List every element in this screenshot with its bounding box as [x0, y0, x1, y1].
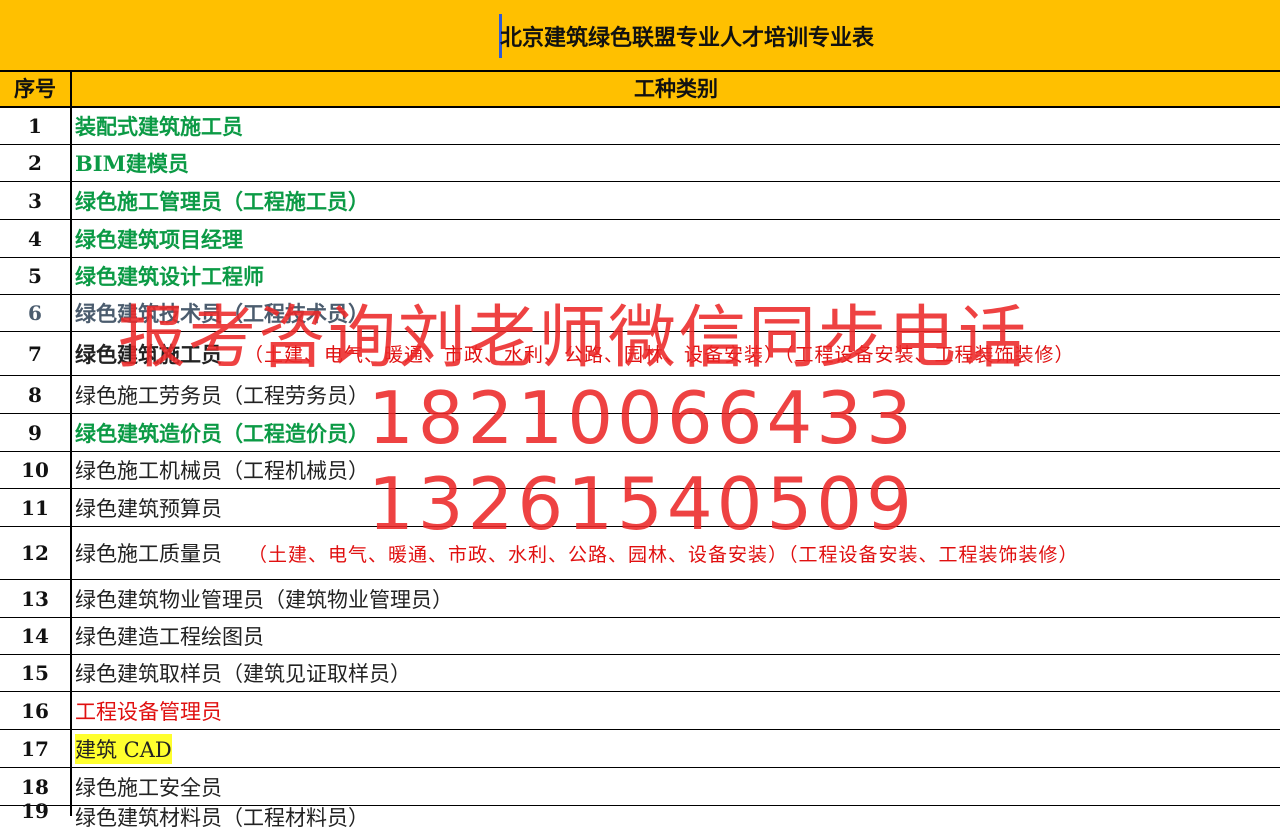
row-number: 6 [0, 295, 72, 331]
header-job-category[interactable]: 工种类别 [72, 72, 1280, 106]
row-name-cell[interactable]: 绿色施工质量员 （土建、电气、暖通、市政、水利、公路、园林、设备安装）（工程设备… [75, 527, 1079, 579]
job-name: 绿色建筑设计工程师 [75, 264, 264, 289]
row-name-cell[interactable]: 建筑 CAD [75, 730, 172, 767]
row-name-cell[interactable]: 绿色施工安全员 [75, 768, 222, 805]
job-name: 装配式建筑施工员 [75, 114, 243, 139]
row-name-cell[interactable]: 绿色建筑造价员（工程造价员） [75, 414, 369, 451]
row-number: 14 [0, 618, 72, 654]
row-name-cell[interactable]: 绿色施工劳务员（工程劳务员） [75, 376, 369, 413]
row-name-cell[interactable]: 绿色建筑物业管理员（建筑物业管理员） [75, 580, 453, 617]
row-number: 7 [0, 332, 72, 375]
table-row[interactable]: 5 绿色建筑设计工程师 [0, 258, 1280, 295]
row-name-cell[interactable]: 绿色建筑材料员（工程材料员） [75, 806, 369, 830]
header-serial-number[interactable]: 序号 [0, 72, 72, 106]
row-number: 16 [0, 692, 72, 729]
row-name-cell[interactable]: 绿色建筑项目经理 [75, 220, 243, 257]
row-number: 9 [0, 414, 72, 451]
row-number: 8 [0, 376, 72, 413]
table-row[interactable]: 15 绿色建筑取样员（建筑见证取样员） [0, 655, 1280, 692]
table-row[interactable]: 13 绿色建筑物业管理员（建筑物业管理员） [0, 580, 1280, 618]
title-row[interactable]: 北京建筑绿色联盟专业人才培训专业表 [0, 0, 1280, 72]
table-row[interactable]: 7 绿色建筑施工员 （土建、电气、暖通、市政、水利、公路、园林、设备安装）（工程… [0, 332, 1280, 376]
row-number: 13 [0, 580, 72, 617]
table-row[interactable]: 6 绿色建筑技术员（工程技术员） [0, 295, 1280, 332]
job-name: 绿色施工质量员 [75, 542, 222, 566]
row-name-cell[interactable]: BIM建模员 [75, 145, 189, 181]
job-name: 绿色建筑取样员（建筑见证取样员） [75, 662, 411, 686]
row-name-cell[interactable]: 绿色施工机械员（工程机械员） [75, 452, 369, 488]
job-name: 绿色施工劳务员（工程劳务员） [75, 383, 369, 408]
job-name: 绿色建筑造价员（工程造价员） [75, 420, 369, 446]
job-name: 绿色建筑材料员（工程材料员） [75, 806, 369, 830]
spreadsheet: 北京建筑绿色联盟专业人才培训专业表 序号 工种类别 1 装配式建筑施工员 2 B… [0, 0, 1280, 830]
job-name: 绿色施工管理员（工程施工员） [75, 188, 369, 214]
row-name-cell[interactable]: 绿色建造工程绘图员 [75, 618, 264, 654]
specialty-note: （土建、电气、暖通、市政、水利、公路、园林、设备安装）（工程设备安装、工程装饰装… [248, 543, 1079, 566]
row-number: 10 [0, 452, 72, 488]
table-row[interactable]: 11 绿色建筑预算员 [0, 489, 1280, 527]
job-name: 绿色建筑施工员 [75, 341, 222, 367]
sheet-title: 北京建筑绿色联盟专业人才培训专业表 [500, 25, 875, 51]
job-name: 工程设备管理员 [75, 699, 222, 724]
job-name: 绿色建造工程绘图员 [75, 625, 264, 649]
table-row[interactable]: 9 绿色建筑造价员（工程造价员） [0, 414, 1280, 452]
table-row[interactable]: 19 绿色建筑材料员（工程材料员） [0, 799, 1280, 830]
table-row[interactable]: 8 绿色施工劳务员（工程劳务员） [0, 376, 1280, 414]
table-row[interactable]: 17 建筑 CAD [0, 730, 1280, 768]
row-name-cell[interactable]: 绿色建筑施工员 （土建、电气、暖通、市政、水利、公路、园林、设备安装）（工程设备… [75, 332, 1075, 375]
row-name-cell[interactable]: 绿色建筑设计工程师 [75, 258, 264, 294]
table-row[interactable]: 1 装配式建筑施工员 [0, 108, 1280, 145]
row-name-cell[interactable]: 装配式建筑施工员 [75, 108, 243, 144]
row-name-cell[interactable]: 绿色建筑预算员 [75, 489, 222, 526]
table-row[interactable]: 16 工程设备管理员 [0, 692, 1280, 730]
job-name: 绿色施工机械员（工程机械员） [75, 459, 369, 483]
row-number: 2 [0, 145, 72, 181]
row-number: 1 [0, 108, 72, 144]
table-row[interactable]: 12 绿色施工质量员 （土建、电气、暖通、市政、水利、公路、园林、设备安装）（工… [0, 527, 1280, 580]
job-name: BIM建模员 [75, 151, 189, 176]
row-number: 15 [0, 655, 72, 691]
job-name: 绿色建筑预算员 [75, 496, 222, 521]
job-name: 绿色建筑物业管理员（建筑物业管理员） [75, 587, 453, 612]
row-name-cell[interactable]: 工程设备管理员 [75, 692, 222, 729]
table-row[interactable]: 18 绿色施工安全员 [0, 768, 1280, 806]
row-name-cell[interactable]: 绿色建筑取样员（建筑见证取样员） [75, 655, 411, 691]
job-name: 绿色建筑项目经理 [75, 226, 243, 252]
table-row[interactable]: 4 绿色建筑项目经理 [0, 220, 1280, 258]
table-row[interactable]: 2 BIM建模员 [0, 145, 1280, 182]
column-header-row: 序号 工种类别 [0, 72, 1280, 108]
job-name: 绿色建筑技术员（工程技术员） [75, 301, 369, 326]
table-row[interactable]: 14 绿色建造工程绘图员 [0, 618, 1280, 655]
row-name-cell[interactable]: 绿色建筑技术员（工程技术员） [75, 295, 369, 331]
job-name: 建筑 CAD [75, 733, 172, 764]
job-name: 绿色施工安全员 [75, 775, 222, 800]
row-number: 19 [0, 799, 72, 823]
row-number: 5 [0, 258, 72, 294]
row-number: 4 [0, 220, 72, 257]
row-name-cell[interactable]: 绿色施工管理员（工程施工员） [75, 182, 369, 219]
table-row[interactable]: 3 绿色施工管理员（工程施工员） [0, 182, 1280, 220]
table-row[interactable]: 10 绿色施工机械员（工程机械员） [0, 452, 1280, 489]
row-number: 3 [0, 182, 72, 219]
specialty-note: （土建、电气、暖通、市政、水利、公路、园林、设备安装）（工程设备安装、工程装饰装… [244, 344, 1075, 366]
row-number: 12 [0, 527, 72, 579]
row-number: 17 [0, 730, 72, 767]
row-number: 11 [0, 489, 72, 526]
